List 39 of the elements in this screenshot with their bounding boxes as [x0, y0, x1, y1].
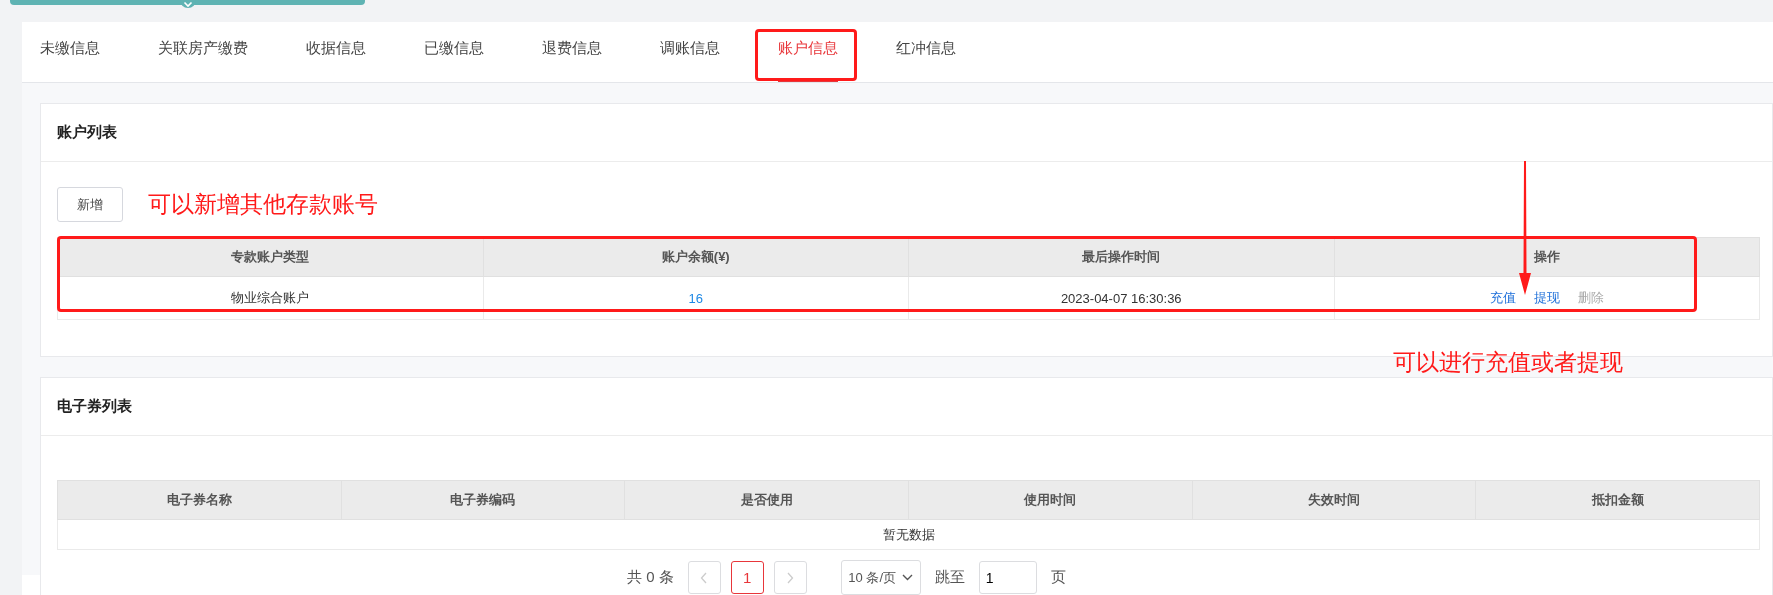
annotation-text: 可以进行充值或者提现: [1393, 348, 1623, 377]
page-input[interactable]: 1: [978, 561, 1037, 594]
table-cell: 物业综合账户: [57, 276, 483, 320]
column-header: 操作: [1334, 237, 1760, 277]
column-header: 使用时间: [908, 480, 1193, 520]
column-header: 最后操作时间: [908, 237, 1334, 277]
column-header: 账户余额(¥): [483, 237, 909, 277]
add-button[interactable]: 新增: [57, 187, 123, 222]
column-header: 抵扣金额: [1475, 480, 1760, 520]
total-count: 共 0 条: [627, 568, 674, 587]
tab[interactable]: 退费信息: [535, 22, 631, 82]
caret-down-icon: [902, 574, 914, 581]
tab[interactable]: 账户信息: [771, 22, 867, 82]
page-button[interactable]: 1: [730, 561, 764, 594]
page-unit: 页: [1050, 568, 1066, 587]
action-link[interactable]: 充值: [1489, 290, 1516, 305]
chevron-right-icon: [786, 571, 795, 584]
tab[interactable]: 收据信息: [299, 22, 395, 82]
annotation-text: 可以新增其他存款账号: [148, 190, 378, 219]
empty-text: 暂无数据: [882, 526, 935, 542]
action-link[interactable]: 提现: [1533, 290, 1560, 305]
jump-label: 跳至: [934, 568, 965, 587]
tab[interactable]: 已缴信息: [417, 22, 513, 82]
tab[interactable]: 红冲信息: [889, 22, 985, 82]
table-cell: 2023-04-07 16:30:36: [908, 276, 1334, 320]
page-size-select[interactable]: 10 条/页: [840, 560, 921, 595]
card-title: 电子券列表: [57, 397, 132, 416]
chevron-down-icon[interactable]: [180, 0, 196, 10]
column-header: 专款账户类型: [57, 237, 483, 277]
column-header: 是否使用: [624, 480, 909, 520]
balance-link[interactable]: 16: [483, 276, 909, 320]
tab[interactable]: 调账信息: [653, 22, 749, 82]
chevron-left-icon: [700, 571, 709, 584]
column-header: 电子券编码: [341, 480, 625, 520]
column-header: 失效时间: [1192, 480, 1476, 520]
column-header: 电子券名称: [57, 480, 342, 520]
card-title: 账户列表: [57, 123, 117, 142]
tab[interactable]: 关联房产缴费: [151, 22, 277, 82]
tab[interactable]: 未缴信息: [33, 22, 129, 82]
